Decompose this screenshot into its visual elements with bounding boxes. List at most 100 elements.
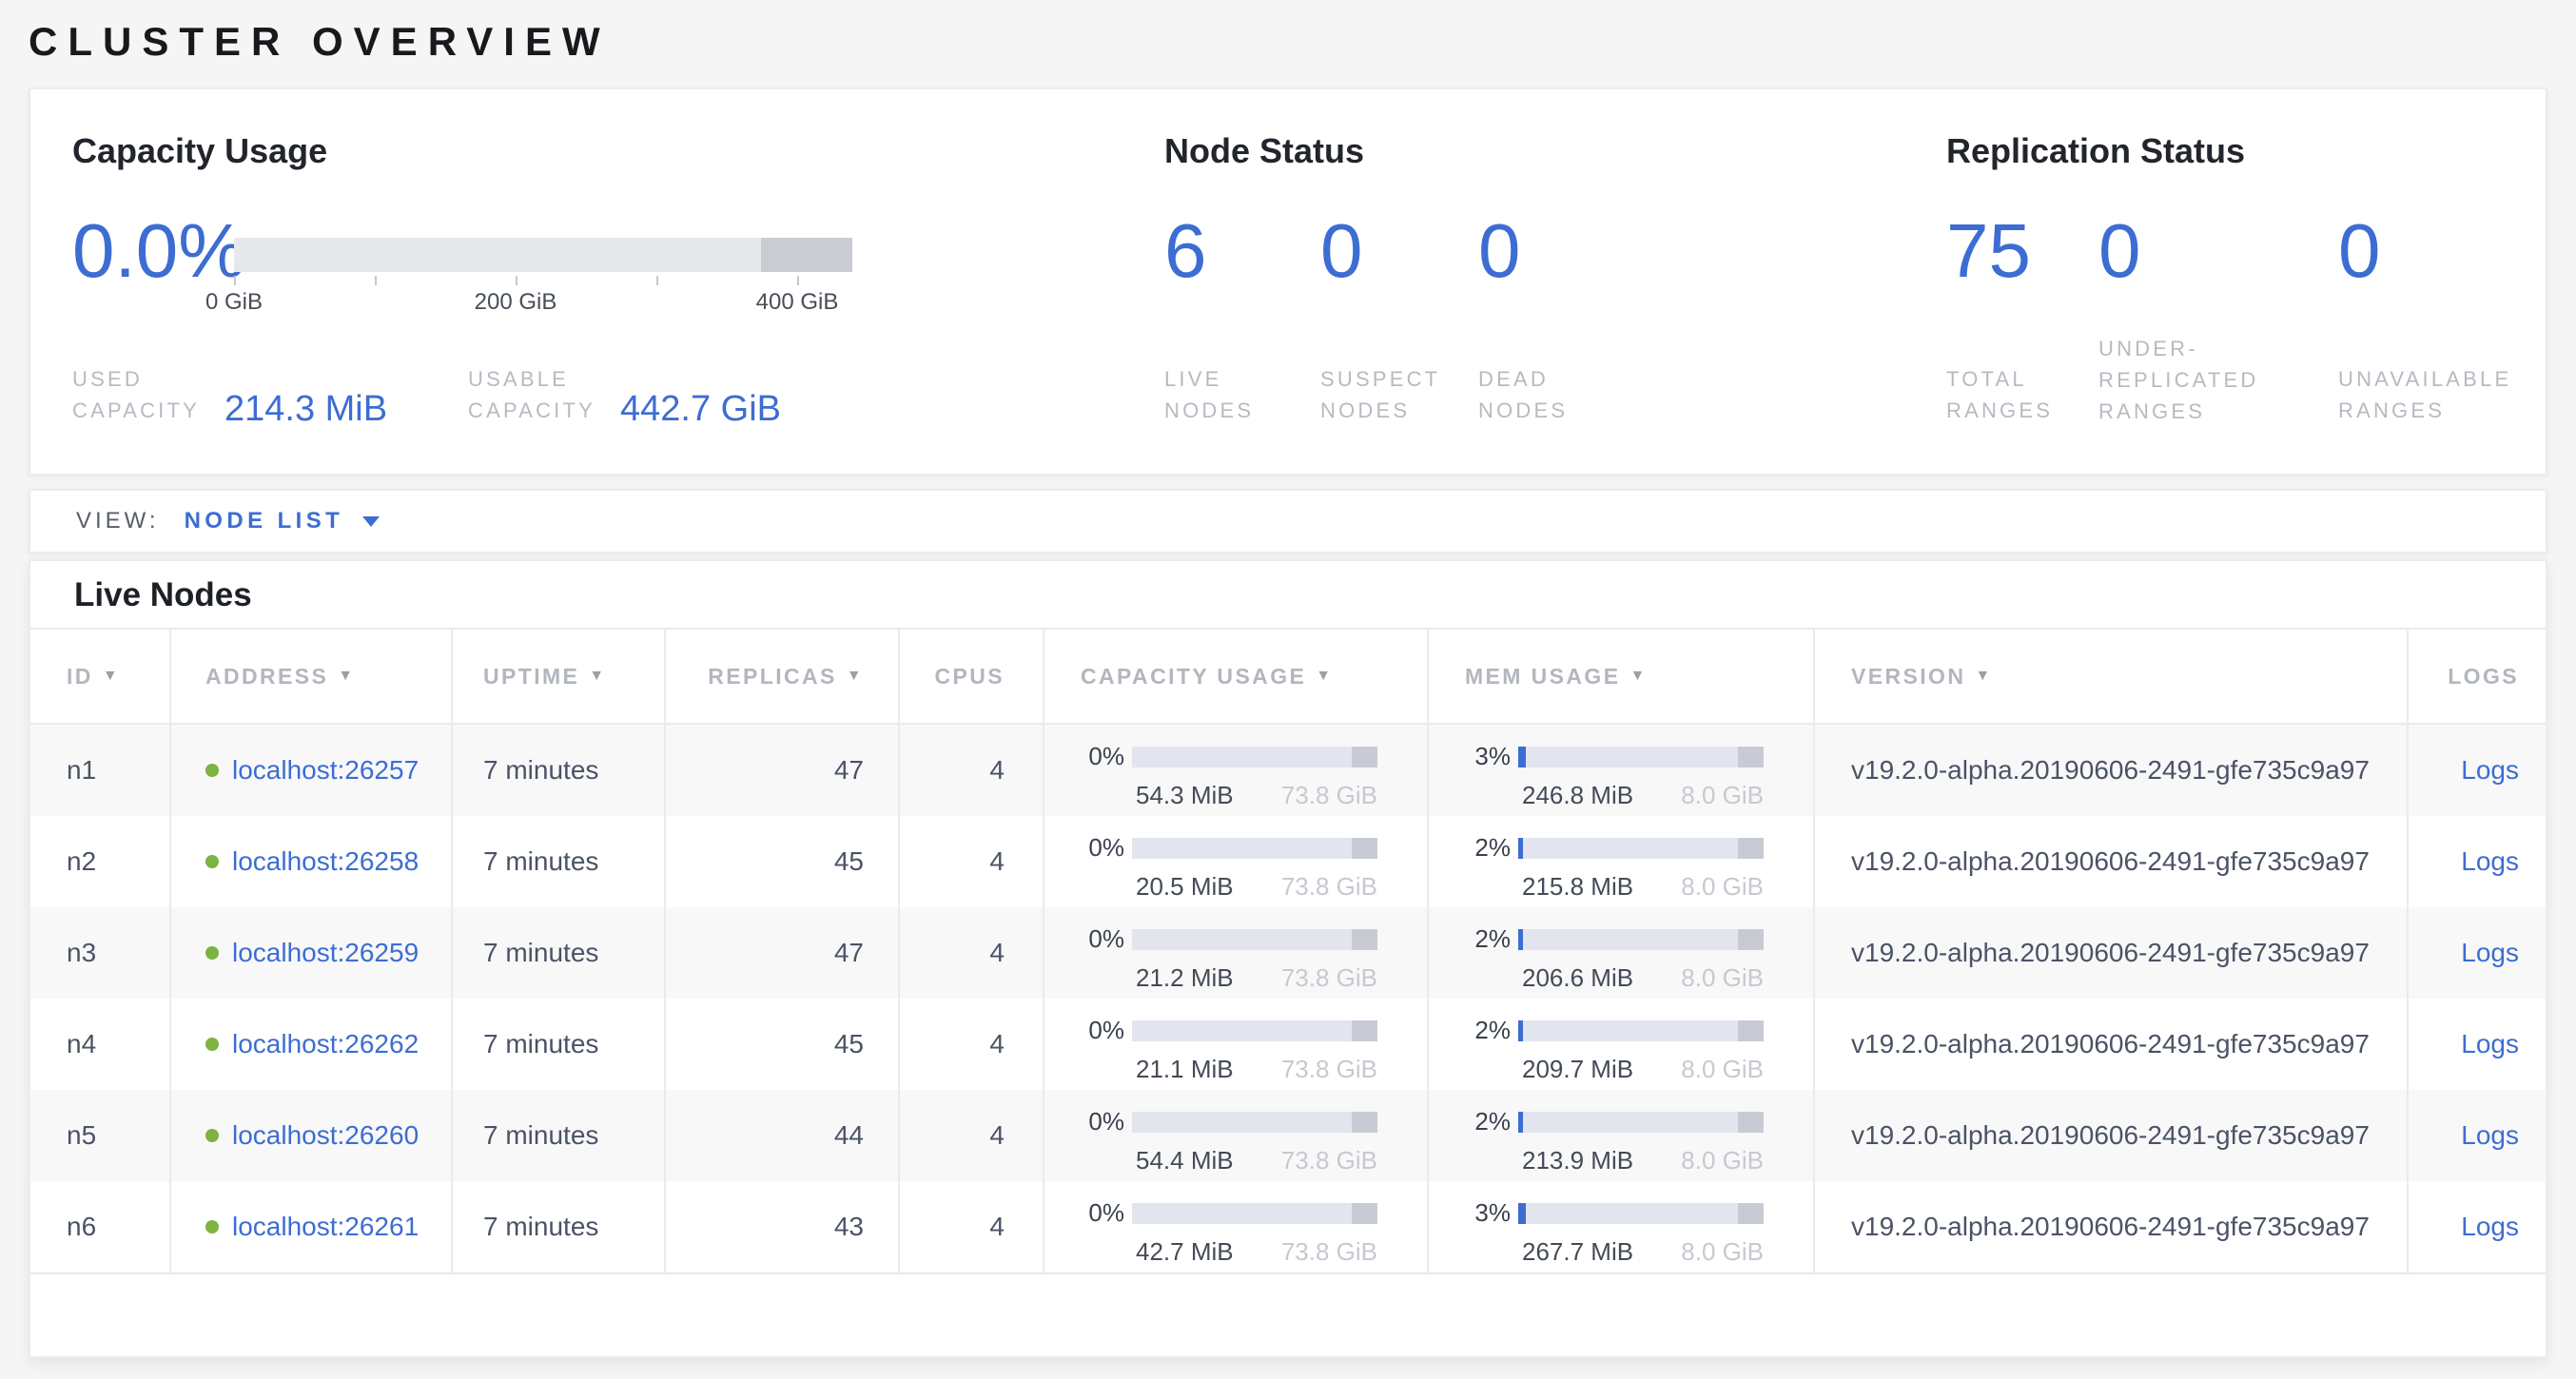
node-uptime: 7 minutes (453, 907, 666, 999)
column-header-mem-usage[interactable]: MEM USAGE▼ (1429, 630, 1815, 723)
node-address-link[interactable]: localhost:26262 (232, 1029, 419, 1059)
mem-usage-cell: 3% 246.8 MiB8.0 GiB (1429, 725, 1815, 816)
capacity-used-value: 20.5 MiB (1136, 872, 1234, 902)
axis-tick (516, 276, 517, 285)
logs-cell: Logs (2409, 1090, 2547, 1181)
column-header-cpus[interactable]: CPUS (900, 630, 1044, 723)
logs-link[interactable]: Logs (2461, 755, 2519, 786)
mem-total-value: 8.0 GiB (1681, 1237, 1764, 1267)
capacity-total-value: 73.8 GiB (1281, 1055, 1377, 1084)
node-replicas: 44 (666, 1090, 900, 1181)
total-ranges-stat: 75 TOTAL RANGES (1946, 211, 2053, 426)
node-cpus: 4 (900, 1181, 1044, 1272)
node-id: n6 (30, 1181, 171, 1272)
logs-link[interactable]: Logs (2461, 938, 2519, 968)
logs-link[interactable]: Logs (2461, 1120, 2519, 1151)
column-header-replicas[interactable]: REPLICAS▼ (666, 630, 900, 723)
logs-cell: Logs (2409, 999, 2547, 1090)
node-address-link[interactable]: localhost:26260 (232, 1120, 419, 1151)
node-address-cell: localhost:26259 (171, 907, 453, 999)
under-replicated-label: UNDER- REPLICATED RANGES (2098, 333, 2259, 427)
usable-capacity-label: USABLE CAPACITY (468, 363, 594, 426)
cluster-overview-page: CLUSTER OVERVIEW Capacity Usage 0.0% 0 G… (0, 0, 2576, 1379)
dead-nodes-label: DEAD NODES (1478, 363, 1568, 426)
node-cpus: 4 (900, 999, 1044, 1090)
table-header: ID▼ ADDRESS▼ UPTIME▼ REPLICAS▼ CPUS CAPA… (30, 628, 2546, 725)
column-header-version[interactable]: VERSION▼ (1815, 630, 2409, 723)
sort-desc-icon: ▼ (847, 668, 864, 685)
capacity-used-value: 54.4 MiB (1136, 1146, 1234, 1175)
capacity-usage-cell: 0% 21.2 MiB73.8 GiB (1044, 907, 1429, 999)
mem-percent-label: 2% (1474, 833, 1511, 863)
logs-cell: Logs (2409, 816, 2547, 907)
live-status-icon (205, 1220, 219, 1233)
node-address-link[interactable]: localhost:26259 (232, 938, 419, 968)
capacity-total-value: 73.8 GiB (1281, 1237, 1377, 1267)
capacity-bar-reserved-segment (761, 238, 852, 272)
unavailable-ranges-stat: 0 UNAVAILABLE RANGES (2338, 211, 2511, 426)
view-selector-dropdown[interactable]: NODE LIST (185, 508, 381, 534)
sort-desc-icon: ▼ (103, 668, 120, 685)
live-status-icon (205, 1129, 219, 1142)
logs-link[interactable]: Logs (2461, 1029, 2519, 1059)
capacity-percent: 0.0% (72, 211, 245, 291)
capacity-total-value: 73.8 GiB (1281, 872, 1377, 902)
sort-desc-icon: ▼ (1630, 668, 1647, 685)
suspect-nodes-value: 0 (1320, 211, 1440, 291)
node-replicas: 45 (666, 999, 900, 1090)
node-uptime: 7 minutes (453, 1181, 666, 1272)
node-address-link[interactable]: localhost:26258 (232, 846, 419, 877)
table-row: n3 localhost:26259 7 minutes 47 4 0% 21.… (30, 907, 2546, 999)
capacity-usage-cell: 0% 54.3 MiB73.8 GiB (1044, 725, 1429, 816)
mem-mini-bar (1518, 1020, 1764, 1041)
mem-mini-bar (1518, 1203, 1764, 1224)
node-address-link[interactable]: localhost:26257 (232, 755, 419, 786)
capacity-percent-label: 0% (1088, 924, 1124, 954)
live-status-icon (205, 764, 219, 777)
node-replicas: 47 (666, 907, 900, 999)
under-replicated-stat: 0 UNDER- REPLICATED RANGES (2098, 211, 2259, 427)
suspect-nodes-stat: 0 SUSPECT NODES (1320, 211, 1440, 426)
mem-mini-bar (1518, 747, 1764, 767)
capacity-usage-title: Capacity Usage (72, 131, 327, 171)
mem-used-value: 209.7 MiB (1522, 1055, 1633, 1084)
node-cpus: 4 (900, 816, 1044, 907)
live-nodes-stat: 6 LIVE NODES (1164, 211, 1254, 426)
mem-total-value: 8.0 GiB (1681, 1146, 1764, 1175)
capacity-percent-label: 0% (1088, 1107, 1124, 1136)
capacity-percent-label: 0% (1088, 833, 1124, 863)
logs-link[interactable]: Logs (2461, 1212, 2519, 1242)
logs-cell: Logs (2409, 907, 2547, 999)
logs-cell: Logs (2409, 725, 2547, 816)
node-address-cell: localhost:26260 (171, 1090, 453, 1181)
node-version: v19.2.0-alpha.20190606-2491-gfe735c9a97 (1815, 1090, 2409, 1181)
column-header-id[interactable]: ID▼ (30, 630, 171, 723)
axis-tick-label: 200 GiB (475, 289, 557, 316)
mem-percent-label: 3% (1474, 742, 1511, 771)
summary-panel: Capacity Usage 0.0% 0 GiB 200 GiB 400 Gi… (29, 87, 2547, 476)
table-row: n4 localhost:26262 7 minutes 45 4 0% 21.… (30, 999, 2546, 1090)
node-uptime: 7 minutes (453, 725, 666, 816)
node-replicas: 43 (666, 1181, 900, 1272)
node-address-link[interactable]: localhost:26261 (232, 1212, 419, 1242)
column-header-address[interactable]: ADDRESS▼ (171, 630, 453, 723)
capacity-used-value: 21.2 MiB (1136, 963, 1234, 993)
column-header-uptime[interactable]: UPTIME▼ (453, 630, 666, 723)
unavailable-ranges-value: 0 (2338, 211, 2511, 291)
capacity-percent-label: 0% (1088, 1016, 1124, 1045)
sort-desc-icon: ▼ (589, 668, 606, 685)
column-header-capacity-usage[interactable]: CAPACITY USAGE▼ (1044, 630, 1429, 723)
mem-used-value: 267.7 MiB (1522, 1237, 1633, 1267)
node-status-section: Node Status 6 LIVE NODES 0 SUSPECT NODES… (1164, 89, 1906, 474)
page-title: CLUSTER OVERVIEW (29, 19, 611, 65)
dead-nodes-value: 0 (1478, 211, 1568, 291)
mem-used-value: 213.9 MiB (1522, 1146, 1633, 1175)
node-uptime: 7 minutes (453, 816, 666, 907)
view-selected-value[interactable]: NODE LIST (185, 508, 344, 534)
axis-tick (234, 276, 236, 285)
mem-used-value: 206.6 MiB (1522, 963, 1633, 993)
capacity-usage-cell: 0% 42.7 MiB73.8 GiB (1044, 1181, 1429, 1272)
total-ranges-value: 75 (1946, 211, 2053, 291)
axis-tick (656, 276, 658, 285)
logs-link[interactable]: Logs (2461, 846, 2519, 877)
